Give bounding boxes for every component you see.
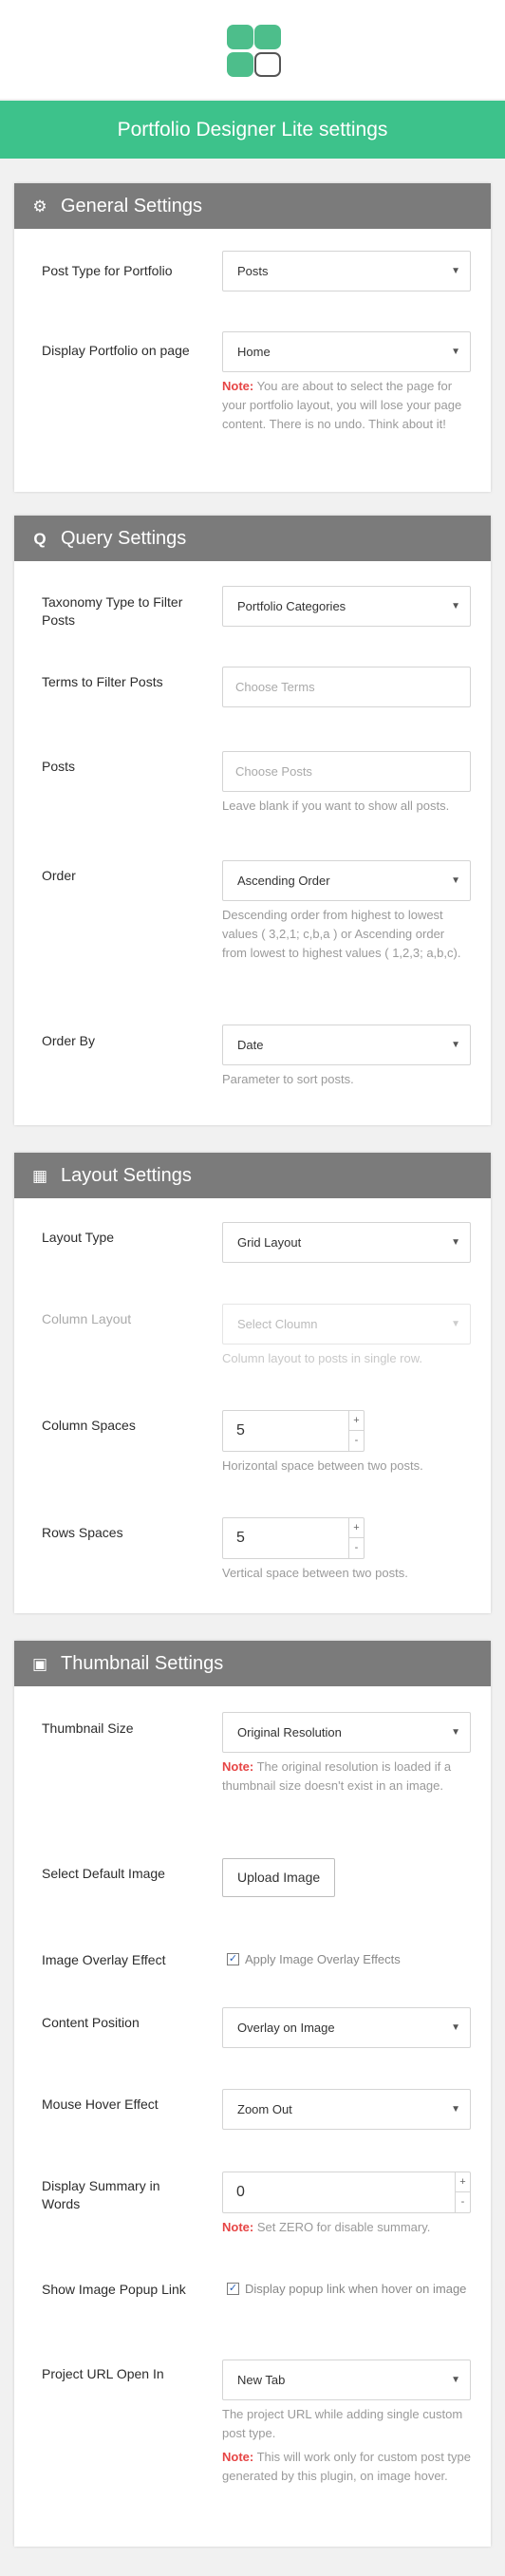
thumbnail-settings-panel: ▣ Thumbnail Settings Thumbnail Size Origi… — [14, 1641, 491, 2547]
rows-spaces-stepper[interactable]: 5 + - — [222, 1517, 365, 1559]
url-open-note: Note: This will work only for custom pos… — [222, 2450, 472, 2483]
popup-link-label: Show Image Popup Link — [42, 2282, 186, 2297]
column-layout-help: Column layout to posts in single row. — [222, 1351, 422, 1365]
thumbnail-size-select[interactable]: Original Resolution ▼ — [222, 1712, 471, 1753]
image-icon: ▣ — [31, 1655, 48, 1673]
decrement-button[interactable]: - — [456, 2192, 470, 2212]
popup-link-checkbox[interactable]: ✓ Display popup link when hover on image — [222, 2280, 471, 2299]
increment-button[interactable]: + — [349, 1411, 364, 1431]
chevron-down-icon: ▼ — [451, 601, 460, 611]
chevron-down-icon: ▼ — [451, 347, 460, 357]
summary-words-stepper[interactable]: 0 + - — [222, 2172, 471, 2213]
content-position-select[interactable]: Overlay on Image ▼ — [222, 2007, 471, 2048]
layout-settings-panel: ▦ Layout Settings Layout Type Grid Layout… — [14, 1153, 491, 1613]
taxonomy-select[interactable]: Portfolio Categories ▼ — [222, 586, 471, 627]
layout-type-select[interactable]: Grid Layout ▼ — [222, 1222, 471, 1263]
search-icon: Q — [33, 530, 47, 548]
thumbnail-size-note: Note: The original resolution is loaded … — [222, 1759, 452, 1793]
general-settings-title: General Settings — [61, 196, 202, 216]
upload-image-button[interactable]: Upload Image — [222, 1858, 336, 1897]
plugin-logo — [225, 25, 282, 78]
display-page-note: Note: You are about to select the page f… — [222, 379, 462, 431]
default-image-label: Select Default Image — [42, 1866, 165, 1881]
posts-label: Posts — [42, 759, 76, 774]
gear-icon: ⚙ — [32, 197, 47, 216]
chevron-down-icon: ▼ — [451, 2104, 460, 2115]
hover-effect-select[interactable]: Zoom Out ▼ — [222, 2089, 471, 2130]
url-open-label: Project URL Open In — [42, 2366, 164, 2381]
thumbnail-size-label: Thumbnail Size — [42, 1720, 134, 1736]
query-settings-header[interactable]: Q Query Settings — [14, 516, 491, 561]
decrement-button[interactable]: - — [349, 1538, 364, 1558]
query-settings-panel: Q Query Settings Taxonomy Type to Filter … — [14, 516, 491, 1125]
overlay-effect-label: Image Overlay Effect — [42, 1952, 166, 1967]
posts-help: Leave blank if you want to show all post… — [222, 799, 450, 813]
checkbox-checked-icon: ✓ — [227, 2283, 239, 2295]
order-help: Descending order from highest to lowest … — [222, 908, 461, 960]
layout-type-label: Layout Type — [42, 1230, 115, 1245]
order-by-help: Parameter to sort posts. — [222, 1072, 354, 1086]
display-page-label: Display Portfolio on page — [42, 343, 190, 358]
column-spaces-stepper[interactable]: 5 + - — [222, 1410, 365, 1452]
rows-spaces-label: Rows Spaces — [42, 1525, 123, 1540]
chevron-down-icon: ▼ — [451, 1727, 460, 1738]
column-spaces-label: Column Spaces — [42, 1418, 136, 1433]
summary-words-label: Display Summary in Words — [42, 2178, 160, 2211]
query-settings-title: Query Settings — [61, 528, 187, 549]
chevron-down-icon: ▼ — [451, 1237, 460, 1248]
order-label: Order — [42, 868, 76, 883]
rows-spaces-help: Vertical space between two posts. — [222, 1566, 408, 1580]
thumbnail-settings-title: Thumbnail Settings — [61, 1653, 224, 1674]
display-page-select[interactable]: Home ▼ — [222, 331, 471, 372]
order-by-label: Order By — [42, 1033, 96, 1048]
url-open-help: The project URL while adding single cust… — [222, 2407, 463, 2440]
terms-label: Terms to Filter Posts — [42, 674, 163, 689]
general-settings-panel: ⚙ General Settings Post Type for Portfoli… — [14, 183, 491, 492]
increment-button[interactable]: + — [349, 1518, 364, 1538]
page-title: Portfolio Designer Lite settings — [0, 101, 505, 159]
url-open-select[interactable]: New Tab ▼ — [222, 2360, 471, 2400]
increment-button[interactable]: + — [456, 2172, 470, 2192]
order-select[interactable]: Ascending Order ▼ — [222, 860, 471, 901]
general-settings-header[interactable]: ⚙ General Settings — [14, 183, 491, 229]
chevron-down-icon: ▼ — [451, 2375, 460, 2385]
thumbnail-settings-header[interactable]: ▣ Thumbnail Settings — [14, 1641, 491, 1686]
chevron-down-icon: ▼ — [451, 266, 460, 276]
hover-effect-label: Mouse Hover Effect — [42, 2097, 159, 2112]
chevron-down-icon: ▼ — [451, 1040, 460, 1050]
content-position-label: Content Position — [42, 2015, 140, 2030]
decrement-button[interactable]: - — [349, 1431, 364, 1451]
chevron-down-icon: ▼ — [451, 1319, 460, 1329]
column-spaces-help: Horizontal space between two posts. — [222, 1458, 423, 1473]
posts-input[interactable]: Choose Posts — [222, 751, 471, 792]
grid-icon: ▦ — [31, 1167, 48, 1185]
layout-settings-title: Layout Settings — [61, 1165, 192, 1186]
summary-words-note: Note: Set ZERO for disable summary. — [222, 2220, 431, 2234]
order-by-select[interactable]: Date ▼ — [222, 1025, 471, 1065]
taxonomy-label: Taxonomy Type to Filter Posts — [42, 594, 183, 628]
column-layout-label: Column Layout — [42, 1311, 132, 1326]
chevron-down-icon: ▼ — [451, 2022, 460, 2033]
terms-input[interactable]: Choose Terms — [222, 667, 471, 707]
post-type-label: Post Type for Portfolio — [42, 263, 173, 278]
layout-settings-header[interactable]: ▦ Layout Settings — [14, 1153, 491, 1198]
overlay-effect-checkbox[interactable]: ✓ Apply Image Overlay Effects — [222, 1950, 471, 1969]
checkbox-checked-icon: ✓ — [227, 1953, 239, 1965]
chevron-down-icon: ▼ — [451, 875, 460, 886]
column-layout-select[interactable]: Select Cloumn ▼ — [222, 1304, 471, 1344]
top-bar — [0, 0, 505, 99]
post-type-select[interactable]: Posts ▼ — [222, 251, 471, 291]
